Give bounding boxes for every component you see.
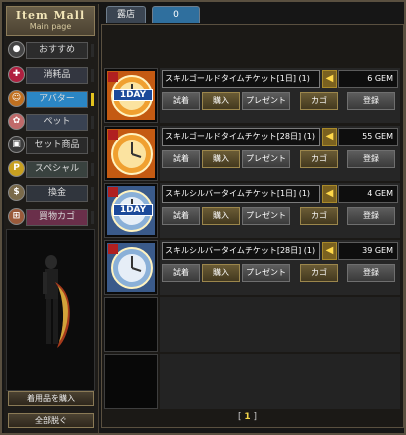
sidebar-item-1[interactable]: ● おすすめ (8, 41, 96, 60)
cart-button[interactable]: カゴ (300, 92, 338, 110)
buy-button[interactable]: 購入 (202, 264, 240, 282)
one-day-badge: 1DAY (113, 204, 153, 216)
sidebar: Item Mall Main page ● おすすめ ✚ 消耗品 ☺ アバター ✿ ペット ▣ セ… (4, 4, 99, 433)
sidebar-item-4[interactable]: ✿ ペット (8, 113, 96, 132)
item-name: スキルゴールドタイムチケット[1日] (1) (162, 70, 320, 88)
mall-title: Item Mall (15, 9, 86, 22)
sidebar-item-label: 消耗品 (26, 67, 88, 84)
item-name: スキルシルバータイムチケット[1日] (1) (162, 185, 320, 203)
selection-indicator (91, 187, 94, 200)
item-info (160, 354, 400, 409)
item-price: 55 GEM (338, 128, 398, 146)
sidebar-item-7[interactable]: $ 換金 (8, 184, 96, 203)
ticket-icon[interactable]: 1DAY (104, 183, 158, 238)
item-info: スキルシルバータイムチケット[1日] (1) ◀ 4 GEM 試着 購入 プレゼント カゴ登… (160, 183, 400, 238)
empty-slot (104, 297, 158, 352)
set-icon: ▣ (8, 136, 25, 153)
item-info (160, 297, 400, 352)
buy-button[interactable]: 購入 (202, 150, 240, 168)
item-name: スキルゴールドタイムチケット[28日] (1) (162, 128, 320, 146)
item-name: スキルシルバータイムチケット[28日] (1) (162, 242, 320, 260)
sidebar-item-label: おすすめ (26, 42, 88, 59)
register-button[interactable]: 登録 (347, 150, 395, 168)
item-info: スキルシルバータイムチケット[28日] (1) ◀ 39 GEM 試着 購入 プレゼントカ… (160, 240, 400, 295)
sidebar-item-3[interactable]: ☺ アバター (8, 90, 96, 109)
buy-button[interactable]: 購入 (202, 207, 240, 225)
remove-all-button[interactable]: 全部脱ぐ (8, 413, 94, 428)
sidebar-item-label: 買物カゴ (26, 209, 88, 226)
cart-button[interactable]: カゴ (300, 150, 338, 168)
sidebar-item-8[interactable]: ⊞ 買物カゴ (8, 208, 96, 227)
avatar-preview (6, 229, 95, 391)
exchange-icon: $ (8, 184, 25, 201)
item-row: スキルゴールドタイムチケット[28日] (1) ◀ 55 GEM 試着 購入 プレゼントカ… (104, 126, 400, 181)
try-on-button[interactable]: 試着 (162, 264, 200, 282)
selection-indicator (91, 93, 94, 106)
pet-icon: ✿ (8, 113, 25, 130)
try-on-button[interactable]: 試着 (162, 207, 200, 225)
item-row: スキルシルバータイムチケット[28日] (1) ◀ 39 GEM 試着 購入 プレゼントカ… (104, 240, 400, 295)
selection-indicator (91, 163, 94, 176)
item-price: 39 GEM (338, 242, 398, 260)
gift-button[interactable]: プレゼント (242, 207, 290, 225)
potion-icon: ✚ (8, 66, 25, 83)
empty-item-row (104, 354, 400, 409)
item-info: スキルゴールドタイムチケット[1日] (1) ◀ 6 GEM 試着 購入 プレゼント カゴ登… (160, 68, 400, 123)
selection-indicator (91, 44, 94, 57)
buy-worn-items-button[interactable]: 着用品を購入 (8, 391, 94, 406)
sidebar-header: Item Mall Main page (6, 6, 95, 36)
sidebar-item-label: アバター (26, 91, 88, 108)
page-number[interactable]: 1 (244, 412, 250, 422)
sidebar-item-label: セット商品 (26, 137, 88, 154)
empty-item-row (104, 297, 400, 352)
sphere-icon: ● (8, 41, 25, 58)
gift-button[interactable]: プレゼント (242, 264, 290, 282)
register-button[interactable]: 登録 (347, 264, 395, 282)
register-button[interactable]: 登録 (347, 207, 395, 225)
tab-count[interactable]: 0 (152, 6, 200, 23)
gift-button[interactable]: プレゼント (242, 150, 290, 168)
one-day-badge: 1DAY (113, 89, 153, 101)
item-row: 1DAY スキルシルバータイムチケット[1日] (1) ◀ 4 GEM 試着 購入 プレゼン… (104, 183, 400, 238)
avatar-icon: ☺ (8, 90, 25, 107)
sidebar-item-5[interactable]: ▣ セット商品 (8, 136, 96, 155)
pagination: [ 1 ] (238, 412, 258, 422)
sidebar-item-label: ペット (26, 114, 88, 131)
item-price: 6 GEM (338, 70, 398, 88)
selection-indicator (91, 69, 94, 82)
sidebar-item-label: スペシャル (26, 161, 88, 178)
gem-coin-icon: ◀ (322, 70, 337, 88)
selection-indicator (91, 116, 94, 129)
item-price: 4 GEM (338, 185, 398, 203)
sidebar-item-2[interactable]: ✚ 消耗品 (8, 66, 96, 85)
ticket-icon[interactable] (104, 240, 158, 295)
sidebar-item-6[interactable]: P スペシャル (8, 160, 96, 179)
cart-icon: ⊞ (8, 208, 25, 225)
ticket-icon[interactable] (104, 126, 158, 181)
character-model-icon (43, 255, 70, 348)
register-button[interactable]: 登録 (347, 92, 395, 110)
gift-button[interactable]: プレゼント (242, 92, 290, 110)
try-on-button[interactable]: 試着 (162, 150, 200, 168)
selection-indicator (91, 139, 94, 152)
gem-coin-icon: ◀ (322, 242, 337, 260)
selection-indicator (91, 211, 94, 224)
gem-coin-icon: ◀ (322, 128, 337, 146)
item-info: スキルゴールドタイムチケット[28日] (1) ◀ 55 GEM 試着 購入 プレゼントカ… (160, 126, 400, 181)
cart-button[interactable]: カゴ (300, 264, 338, 282)
tab-stall[interactable]: 露店 (106, 6, 146, 23)
item-mall-window: Item Mall Main page ● おすすめ ✚ 消耗品 ☺ アバター ✿ ペット ▣ セ… (0, 0, 406, 435)
special-icon: P (8, 160, 25, 177)
mall-subtitle: Main page (29, 22, 72, 31)
gem-coin-icon: ◀ (322, 185, 337, 203)
try-on-button[interactable]: 試着 (162, 92, 200, 110)
ticket-icon[interactable]: 1DAY (104, 68, 158, 123)
buy-button[interactable]: 購入 (202, 92, 240, 110)
cart-button[interactable]: カゴ (300, 207, 338, 225)
sidebar-item-label: 換金 (26, 185, 88, 202)
item-row: 1DAY スキルゴールドタイムチケット[1日] (1) ◀ 6 GEM 試着 購入 プレゼン… (104, 68, 400, 123)
empty-slot (104, 354, 158, 409)
